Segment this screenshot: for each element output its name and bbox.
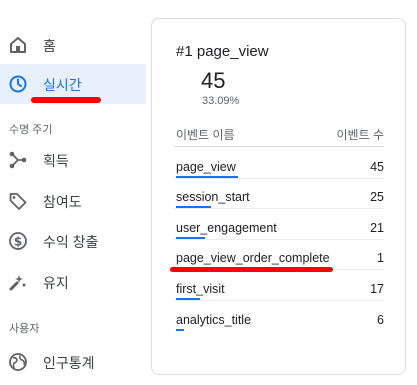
globe-icon [9, 353, 27, 371]
retention-icon [9, 275, 26, 291]
row-divider [174, 300, 384, 301]
table-row[interactable]: user_engagement 21 [174, 210, 384, 240]
table-row[interactable]: page_view 45 [174, 149, 384, 179]
card-value: 45 [201, 68, 226, 93]
nav-label-realtime: 실시간 [43, 77, 82, 93]
nav-label-monetization: 수익 창출 [43, 234, 99, 250]
svg-text:$: $ [14, 235, 22, 249]
event-count: 25 [370, 190, 384, 204]
event-share-bar [176, 329, 184, 331]
card-title: #1 page_view [176, 43, 269, 60]
nav-label-retention: 유지 [43, 275, 69, 291]
header-divider [174, 146, 384, 147]
event-count: 21 [370, 221, 384, 235]
event-count: 1 [377, 251, 384, 265]
table-row[interactable]: analytics_title 6 [174, 302, 384, 332]
event-name: first_visit [176, 282, 225, 296]
nav-item-demographics[interactable]: 인구통계 [0, 342, 146, 382]
nav-label-home: 홈 [43, 38, 56, 54]
card-percent: 33.09% [202, 95, 240, 107]
table-row[interactable]: first_visit 17 [174, 271, 384, 301]
nav-label-demographics: 인구통계 [43, 355, 95, 371]
realtime-event-card: #1 page_view 45 33.09% 이벤트 이름 이벤트 수 page… [151, 18, 406, 375]
event-name: analytics_title [176, 313, 252, 327]
event-name: page_view [176, 160, 236, 174]
event-name: page_view_order_complete [176, 251, 330, 265]
table-row[interactable]: page_view_order_complete 1 [174, 240, 384, 270]
nav-label-acquisition: 획득 [43, 153, 69, 169]
event-name: user_engagement [176, 221, 277, 235]
event-count: 17 [370, 282, 384, 296]
engagement-tag-icon [9, 193, 27, 210]
nav-item-acquisition[interactable]: 획득 [0, 140, 146, 180]
column-header-event-name: 이벤트 이름 [176, 128, 235, 142]
event-name: session_start [176, 190, 250, 204]
row-divider [174, 208, 384, 209]
event-count: 6 [377, 313, 384, 327]
nav-item-engagement[interactable]: 참여도 [0, 181, 146, 221]
dollar-icon: $ [9, 232, 27, 250]
home-icon [10, 37, 26, 53]
clock-icon [9, 75, 27, 93]
nav-item-home[interactable]: 홈 [0, 25, 146, 65]
event-count: 45 [370, 160, 384, 174]
nav-label-engagement: 참여도 [43, 194, 82, 210]
column-header-event-count: 이벤트 수 [336, 128, 385, 142]
nav-item-retention[interactable]: 유지 [0, 262, 146, 302]
annotation-underline [170, 267, 333, 272]
table-row[interactable]: session_start 25 [174, 179, 384, 209]
acquisition-icon [9, 151, 27, 169]
annotation-underline [31, 97, 101, 103]
section-label-lifecycle: 수명 주기 [9, 124, 53, 136]
section-label-user: 사용자 [9, 323, 40, 335]
nav-item-monetization[interactable]: $ 수익 창출 [0, 221, 146, 261]
sidebar: 홈 실시간 수명 주기 획득 참여도 $ 수익 창출 유지 사용자 인구통계 [0, 0, 146, 385]
